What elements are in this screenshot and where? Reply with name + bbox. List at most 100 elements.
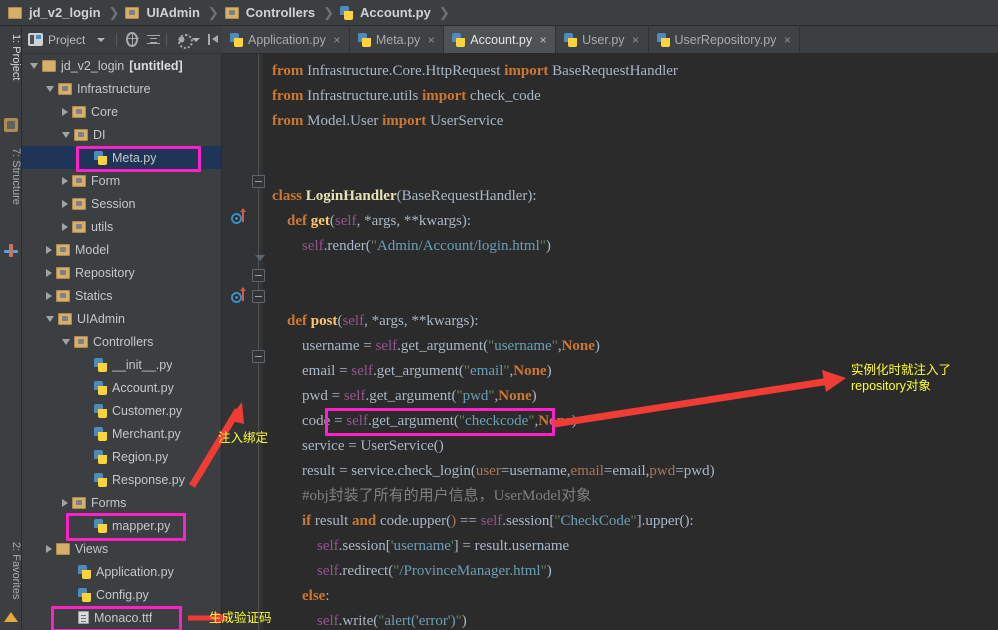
editor-tab-application[interactable]: Application.py × — [222, 26, 350, 53]
python-file-icon — [452, 32, 466, 47]
chevron-right-icon[interactable] — [46, 291, 52, 300]
python-file-icon — [94, 472, 107, 487]
editor-tab-meta[interactable]: Meta.py × — [349, 26, 445, 53]
project-panel-title-group[interactable]: Project — [28, 33, 85, 47]
project-panel-toolbar: Project — [22, 26, 222, 54]
chevron-down-icon[interactable] — [46, 315, 54, 322]
anno-gen-captcha: 生成验证码 — [209, 611, 272, 625]
chevron-right-icon[interactable] — [62, 199, 68, 208]
tree-row-label: utils — [91, 219, 114, 234]
python-file-icon — [94, 449, 107, 464]
tree-row-label: UIAdmin — [77, 311, 125, 326]
code-editor[interactable]: from Infrastructure.Core.HttpRequest imp… — [222, 54, 998, 630]
python-file-icon — [78, 564, 91, 579]
chevron-right-icon[interactable] — [62, 498, 68, 507]
folder-icon — [42, 59, 56, 72]
chevron-down-icon[interactable] — [62, 131, 70, 138]
chevron-down-icon[interactable] — [30, 62, 38, 69]
breadcrumb-item-2[interactable]: Controllers — [224, 0, 317, 26]
code-line: else: — [302, 588, 330, 604]
tree-row[interactable]: Views — [22, 537, 221, 560]
override-method-icon[interactable] — [231, 292, 242, 303]
tree-row[interactable]: Merchant.py — [22, 422, 221, 445]
override-method-icon[interactable] — [231, 213, 242, 224]
chevron-right-icon[interactable] — [62, 176, 68, 185]
tree-row[interactable]: Forms — [22, 491, 221, 514]
sidebar-tab-structure[interactable]: 7: Structure — [0, 144, 22, 240]
tree-row[interactable]: Config.py — [22, 583, 221, 606]
breadcrumb-item-1[interactable]: UIAdmin — [125, 0, 201, 26]
collapse-all-icon[interactable] — [146, 32, 161, 47]
code-line: self.render("Admin/Account/login.html") — [302, 238, 551, 254]
hide-panel-icon[interactable] — [207, 32, 219, 47]
tree-row[interactable]: Account.py — [22, 376, 221, 399]
tree-row[interactable]: Customer.py — [22, 399, 221, 422]
editor-tab-userrepository[interactable]: UserRepository.py × — [648, 26, 801, 53]
tree-row[interactable]: Response.py — [22, 468, 221, 491]
tree-row[interactable]: DI — [22, 123, 221, 146]
breadcrumb-item-0[interactable]: jd_v2_login — [8, 0, 103, 26]
chevron-right-icon[interactable] — [46, 544, 52, 553]
chevron-down-icon[interactable] — [62, 338, 70, 345]
editor-tab-bar: Application.py × Meta.py × Account.py × … — [222, 26, 998, 54]
tree-row[interactable]: Infrastructure — [22, 77, 221, 100]
chevron-down-icon[interactable] — [97, 37, 106, 42]
project-panel-title: Project — [48, 32, 86, 47]
folder-package-icon — [125, 6, 140, 19]
tree-row-label: Config.py — [96, 587, 149, 602]
tree-row[interactable]: Monaco.ttf — [22, 606, 221, 629]
tree-row-label: Statics — [75, 288, 113, 303]
tree-row[interactable]: Statics — [22, 284, 221, 307]
tree-row[interactable]: Application.py — [22, 560, 221, 583]
close-icon[interactable]: × — [332, 34, 342, 46]
tree-row[interactable]: utils — [22, 215, 221, 238]
sidebar-tab-project[interactable]: 1: Project — [0, 30, 22, 114]
tab-label: Meta.py — [375, 32, 421, 47]
editor-tab-account[interactable]: Account.py × — [444, 26, 557, 53]
locate-icon[interactable] — [126, 32, 140, 47]
close-icon[interactable]: × — [426, 34, 436, 46]
python-file-icon — [230, 32, 243, 47]
breadcrumb-label: jd_v2_login — [29, 5, 101, 20]
tree-row[interactable]: Controllers — [22, 330, 221, 353]
tree-row[interactable]: Form — [22, 169, 221, 192]
folder-package-icon — [224, 6, 239, 19]
anno-inject-bind: 注入绑定 — [218, 431, 269, 445]
close-icon[interactable]: × — [538, 34, 548, 46]
python-file-icon — [656, 32, 670, 47]
chevron-right-icon[interactable] — [62, 107, 68, 116]
tree-row[interactable]: mapper.py — [22, 514, 221, 537]
code-line: code = self.get_argument("checkcode",Non… — [302, 413, 577, 429]
chevron-right-icon[interactable] — [46, 268, 52, 277]
ide-window: jd_v2_login ❯ UIAdmin ❯ Controllers ❯ Ac… — [0, 0, 998, 630]
chevron-right-icon[interactable] — [46, 245, 52, 254]
tree-row[interactable]: Repository — [22, 261, 221, 284]
chevron-down-icon[interactable] — [46, 85, 54, 92]
tree-row[interactable]: jd_v2_login [untitled] — [22, 54, 221, 77]
project-tree[interactable]: jd_v2_login [untitled] Infrastructure Core D… — [22, 54, 222, 630]
close-icon[interactable]: × — [782, 34, 792, 46]
tree-row[interactable]: UIAdmin — [22, 307, 221, 330]
chevron-down-icon[interactable] — [191, 37, 200, 42]
folder-package-icon — [56, 289, 70, 302]
editor-tab-user[interactable]: User.py × — [556, 26, 649, 53]
tree-row[interactable]: Session — [22, 192, 221, 215]
toolbar-divider — [116, 32, 118, 47]
tree-row[interactable]: Model — [22, 238, 221, 261]
settings-gear-icon[interactable] — [175, 32, 194, 49]
breadcrumb-item-3[interactable]: Account.py — [340, 0, 433, 26]
toolbar-divider — [166, 32, 167, 47]
code-line: from Infrastructure.utils import check_c… — [272, 88, 541, 104]
tree-row[interactable]: Region.py — [22, 445, 221, 468]
folder-package-icon — [74, 335, 88, 348]
tree-row[interactable]: Meta.py — [22, 146, 221, 169]
close-icon[interactable]: × — [631, 34, 641, 46]
tree-row[interactable]: __init__.py — [22, 353, 221, 376]
chevron-right-icon[interactable] — [62, 222, 68, 231]
tree-row[interactable]: Core — [22, 100, 221, 123]
code-content[interactable]: from Infrastructure.Core.HttpRequest imp… — [264, 54, 998, 630]
